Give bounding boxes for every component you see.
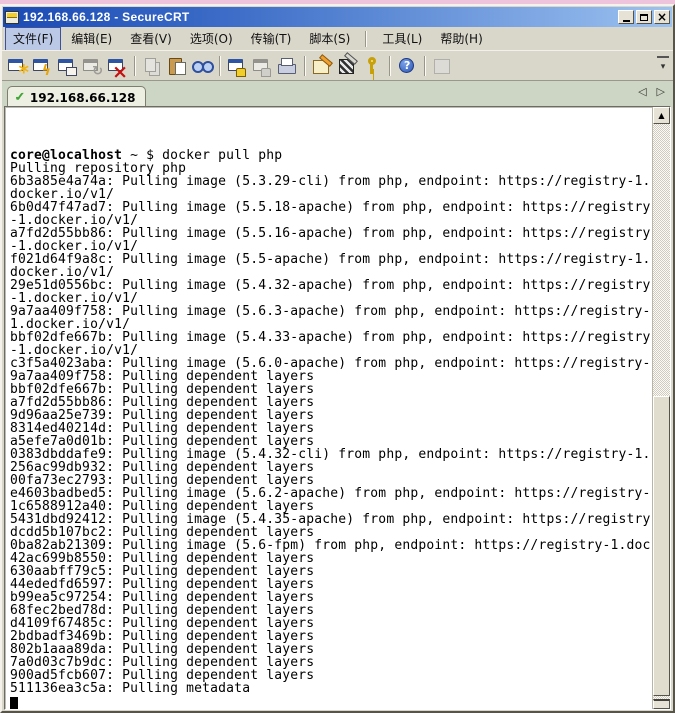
terminal-cursor	[10, 697, 18, 709]
log-session-icon[interactable]	[226, 55, 249, 77]
minimize-icon	[623, 20, 630, 22]
menu-item-file[interactable]: 文件(F)	[5, 27, 61, 51]
quick-connect-icon[interactable]	[31, 55, 54, 77]
toolbar-overflow-chevron[interactable]: ▾	[657, 56, 669, 72]
window-title: 192.168.66.128 - SecureCRT	[23, 10, 616, 24]
menu-bar: 文件(F)编辑(E)查看(V)选项(O)传输(T)脚本(S) 工具(L)帮助(H)	[2, 28, 673, 50]
connected-check-icon: ✓	[14, 90, 25, 105]
paste-icon[interactable]	[166, 55, 189, 77]
menu-item-tools[interactable]: 工具(L)	[374, 27, 430, 51]
disconnect-icon[interactable]	[106, 55, 129, 77]
keymap-icon[interactable]	[336, 55, 359, 77]
minimize-button[interactable]	[618, 10, 634, 24]
maximize-icon	[640, 14, 648, 21]
app-icon	[5, 11, 19, 24]
toolbar-separator	[304, 56, 306, 76]
scroll-down-button[interactable]	[653, 699, 670, 709]
web-help-icon	[431, 55, 454, 77]
key-icon[interactable]	[361, 55, 384, 77]
print-icon[interactable]	[276, 55, 299, 77]
desktop: { "window": { "title": "192.168.66.128 -…	[0, 0, 675, 713]
find-icon[interactable]	[191, 55, 214, 77]
connect-tab-icon[interactable]	[56, 55, 79, 77]
raw-log-icon	[251, 55, 274, 77]
menu-item-edit[interactable]: 编辑(E)	[63, 27, 120, 51]
maximize-button[interactable]	[636, 10, 652, 24]
menu-item-transfer[interactable]: 传输(T)	[243, 27, 300, 51]
menu-item-script[interactable]: 脚本(S)	[301, 27, 358, 51]
session-tab-label: 192.168.66.128	[30, 91, 136, 105]
toolbar: ▾	[2, 50, 673, 80]
terminal-area: core@localhost ~ $ docker pull php Pulli…	[4, 106, 671, 710]
close-icon: ×	[657, 12, 667, 22]
session-tab[interactable]: ✓ 192.168.66.128	[7, 86, 146, 108]
toolbar-separator	[424, 56, 426, 76]
terminal-log-lines: Pulling repository php 6b3a85e4a74a: Pul…	[10, 161, 651, 696]
terminal-output[interactable]: core@localhost ~ $ docker pull php Pulli…	[5, 107, 652, 709]
vertical-scrollbar[interactable]: ▲	[652, 107, 670, 709]
scroll-up-button[interactable]: ▲	[653, 107, 670, 124]
securecrt-window: 192.168.66.128 - SecureCRT × 文件(F)编辑(E)查…	[0, 4, 675, 713]
menu-item-view[interactable]: 查看(V)	[122, 27, 180, 51]
copy-icon	[141, 55, 164, 77]
menu-item-options[interactable]: 选项(O)	[182, 27, 241, 51]
close-button[interactable]: ×	[654, 10, 670, 24]
toolbar-separator	[134, 56, 136, 76]
toolbar-separator	[389, 56, 391, 76]
title-bar[interactable]: 192.168.66.128 - SecureCRT ×	[3, 7, 672, 27]
tab-scroll-left-icon[interactable]: ◁	[638, 85, 646, 98]
tab-bar: ✓ 192.168.66.128 ◁ ▷	[2, 80, 673, 108]
tab-scroll-right-icon[interactable]: ▷	[657, 85, 665, 98]
reconnect-icon	[81, 55, 104, 77]
toolbar-separator	[219, 56, 221, 76]
help-icon[interactable]	[396, 55, 419, 77]
scrollbar-track[interactable]	[653, 124, 670, 699]
properties-icon[interactable]	[311, 55, 334, 77]
menu-separator	[365, 31, 367, 47]
connect-icon[interactable]	[6, 55, 29, 77]
menu-item-help[interactable]: 帮助(H)	[432, 27, 490, 51]
scrollbar-thumb[interactable]	[653, 396, 670, 696]
